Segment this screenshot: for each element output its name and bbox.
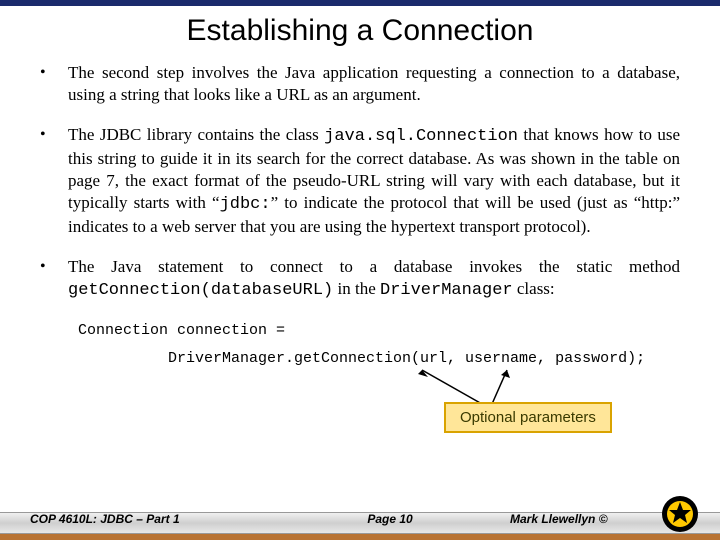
code-line: DriverManager.getConnection(url, usernam… [168, 348, 680, 370]
bullet-list: • The second step involves the Java appl… [40, 62, 680, 302]
slide-title: Establishing a Connection [40, 14, 680, 48]
code-block: Connection connection = DriverManager.ge… [68, 320, 680, 370]
callout-box: Optional parameters [444, 402, 612, 433]
bullet-marker: • [40, 256, 68, 302]
bullet-text: The Java statement to connect to a datab… [68, 256, 680, 302]
footer-left: COP 4610L: JDBC – Part 1 [30, 512, 290, 526]
ucf-logo-icon [660, 494, 700, 534]
bullet-text: The JDBC library contains the class java… [68, 124, 680, 238]
bullet-item: • The second step involves the Java appl… [40, 62, 680, 106]
footer-text: COP 4610L: JDBC – Part 1 Page 10 Mark Ll… [0, 512, 720, 526]
code-line: Connection connection = [78, 320, 680, 342]
bullet-item: • The JDBC library contains the class ja… [40, 124, 680, 238]
bullet-text: The second step involves the Java applic… [68, 62, 680, 106]
slide-content: Establishing a Connection • The second s… [0, 6, 720, 370]
bullet-marker: • [40, 62, 68, 106]
footer-strip [0, 534, 720, 540]
footer: COP 4610L: JDBC – Part 1 Page 10 Mark Ll… [0, 512, 720, 540]
bullet-item: • The Java statement to connect to a dat… [40, 256, 680, 302]
bullet-marker: • [40, 124, 68, 238]
footer-center: Page 10 [290, 512, 510, 526]
